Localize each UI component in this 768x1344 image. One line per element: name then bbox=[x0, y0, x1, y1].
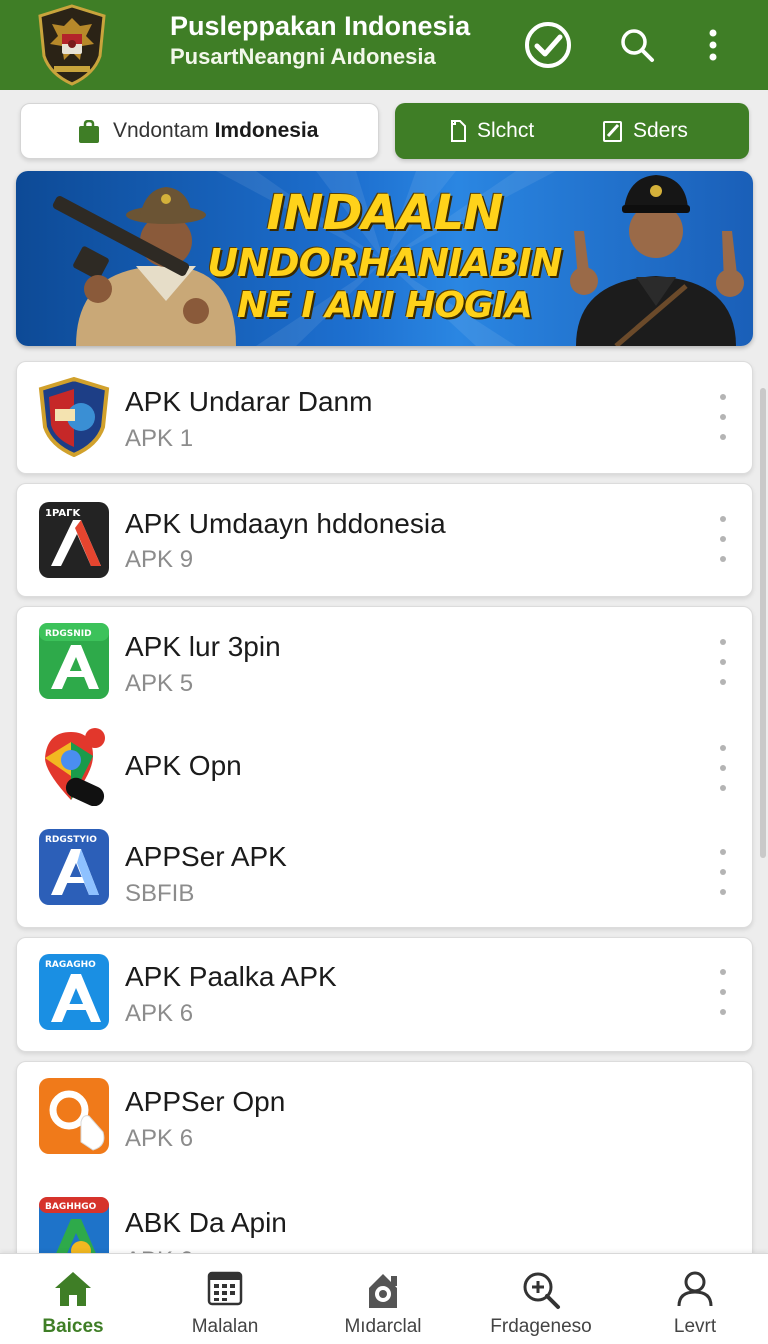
search-plus-icon bbox=[523, 1272, 560, 1309]
sort-label: Sders bbox=[633, 119, 688, 142]
list-scrollbar[interactable] bbox=[760, 388, 766, 858]
app-version: SBFIB bbox=[125, 880, 195, 907]
shopping-bag-icon bbox=[79, 120, 99, 143]
banner-headline: INDAALN bbox=[266, 185, 504, 241]
house-tag-icon bbox=[369, 1274, 397, 1308]
item-more-button[interactable] bbox=[711, 849, 735, 895]
edit-note-icon bbox=[603, 121, 622, 142]
select-label: Slchct bbox=[477, 119, 535, 142]
app-name: ABK Da Apin bbox=[125, 1207, 287, 1238]
light-blue-a-app-icon: RAGAGHO bbox=[39, 954, 109, 1030]
sort-button[interactable]: Sders bbox=[603, 103, 688, 159]
app-badge-text: RDGSNID bbox=[45, 629, 92, 639]
app-list-item[interactable]: APK Opn bbox=[17, 712, 754, 822]
item-more-button[interactable] bbox=[711, 639, 735, 685]
item-more-button[interactable] bbox=[711, 969, 735, 1015]
app-header: Puslеppakan Indonesia PusartNeangni Aıdo… bbox=[0, 0, 768, 90]
app-list-item[interactable]: APK Undarar Danm APK 1 bbox=[17, 362, 754, 472]
app-subtitle: PusartNeangni Aıdonesia bbox=[170, 44, 436, 69]
dark-a-app-icon: 1PAΓK bbox=[39, 502, 109, 578]
app-version: APK 9 bbox=[125, 546, 194, 573]
nav-profile-label: Levrt bbox=[673, 1316, 717, 1337]
overflow-menu-button[interactable] bbox=[686, 18, 740, 72]
app-badge-text: RDGSTYIO bbox=[45, 835, 97, 845]
app-badge-text: RAGAGHO bbox=[45, 960, 96, 970]
promo-banner[interactable]: INDAALN UNDORHANIABIN NE I ANI HOGIA bbox=[16, 171, 753, 346]
garuda-emblem-icon bbox=[38, 4, 106, 86]
home-icon bbox=[55, 1272, 91, 1306]
region-selector-label: Vndontam Imdonesia bbox=[113, 119, 318, 143]
document-icon bbox=[451, 120, 466, 142]
app-version: APK 6 bbox=[125, 1125, 194, 1152]
nav-store-label: Mıdarclal bbox=[344, 1316, 422, 1337]
select-button[interactable]: Slchct bbox=[449, 103, 534, 159]
app-name: APK Umdaayn hddonesia bbox=[125, 508, 446, 539]
nav-discover[interactable]: Frdageneso bbox=[466, 1254, 616, 1344]
app-card: APK Undarar Danm APK 1 bbox=[16, 361, 753, 474]
region-label-prefix: Vndontam bbox=[113, 119, 215, 142]
app-name: APK Undarar Danm bbox=[125, 386, 373, 417]
blue-a-app-icon: RDGSTYIO bbox=[39, 829, 109, 905]
item-more-button[interactable] bbox=[711, 394, 735, 440]
shield-app-icon bbox=[38, 377, 110, 457]
profile-icon bbox=[677, 1271, 713, 1307]
app-version: APK 1 bbox=[125, 425, 194, 452]
nav-discover-label: Frdageneso bbox=[490, 1316, 592, 1337]
app-name: APPSer APK bbox=[125, 841, 287, 872]
app-badge-text: 1PAΓK bbox=[45, 508, 81, 519]
nav-store[interactable]: Mıdarclal bbox=[308, 1254, 458, 1344]
search-icon bbox=[621, 29, 654, 62]
header-titles: Puslеppakan Indonesia PusartNeangni Aıdo… bbox=[170, 10, 470, 72]
verified-button[interactable] bbox=[521, 18, 575, 72]
app-list-item[interactable]: RDGSNID APK lur 3pin APK 5 bbox=[17, 607, 754, 717]
app-list-item[interactable]: RAGAGHO APK Paalka APK APK 6 bbox=[17, 938, 754, 1048]
calendar-grid-icon bbox=[207, 1271, 243, 1306]
app-version: APK 6 bbox=[125, 1000, 194, 1027]
item-more-button[interactable] bbox=[711, 745, 735, 791]
search-button[interactable] bbox=[610, 18, 664, 72]
bottom-navigation: Baices Malalan Mıdarclal Frdageneso Levr… bbox=[0, 1253, 768, 1344]
banner-subline-2: NE I ANI HOGIA bbox=[237, 285, 533, 326]
app-badge-text: BAGHHGO bbox=[45, 1202, 97, 1212]
app-title: Puslеppakan Indonesia bbox=[170, 11, 471, 41]
nav-profile[interactable]: Levrt bbox=[620, 1254, 768, 1344]
app-version: APK 5 bbox=[125, 670, 194, 697]
app-list-item[interactable]: 1PAΓK APK Umdaayn hddonesia APK 9 bbox=[17, 484, 754, 594]
region-selector[interactable]: Vndontam Imdonesia bbox=[20, 103, 379, 159]
orange-touch-app-icon bbox=[39, 1078, 109, 1154]
region-label-bold: Imdonesia bbox=[214, 119, 319, 142]
nav-calendar-label: Malalan bbox=[191, 1316, 259, 1337]
app-name: APK Opn bbox=[125, 750, 242, 781]
app-name: APPSer Opn bbox=[125, 1086, 286, 1117]
app-card: RAGAGHO APK Paalka APK APK 6 bbox=[16, 937, 753, 1052]
app-card: 1PAΓK APK Umdaayn hddonesia APK 9 bbox=[16, 483, 753, 597]
check-circle-icon bbox=[525, 22, 571, 68]
nav-calendar[interactable]: Malalan bbox=[150, 1254, 300, 1344]
maps-pin-app-icon bbox=[45, 728, 105, 806]
app-card: RDGSNID APK lur 3pin APK 5 APK Opn RDGST… bbox=[16, 606, 753, 928]
banner-subline-1: UNDORHANIABIN bbox=[207, 241, 562, 285]
filter-sort-bar: Slchct Sders bbox=[395, 103, 749, 159]
app-list-item[interactable]: RDGSTYIO APPSer APK SBFIB bbox=[17, 817, 754, 927]
nav-home[interactable]: Baices bbox=[0, 1254, 148, 1344]
more-vertical-icon bbox=[709, 29, 717, 61]
nav-home-label: Baices bbox=[42, 1316, 104, 1337]
app-name: APK lur 3pin bbox=[125, 631, 281, 662]
app-list-item[interactable]: APPSer Opn APK 6 bbox=[17, 1062, 754, 1172]
item-more-button[interactable] bbox=[711, 516, 735, 562]
green-a-app-icon: RDGSNID bbox=[39, 623, 109, 699]
app-name: APK Paalka APK bbox=[125, 961, 337, 992]
